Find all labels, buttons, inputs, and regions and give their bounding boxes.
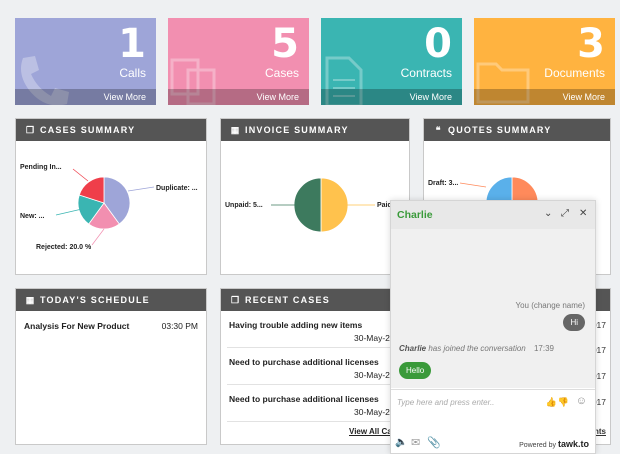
divider — [227, 384, 397, 385]
pie-label-unpaid: Unpaid: 5... — [225, 202, 263, 209]
chevron-down-icon[interactable]: ⌄ — [544, 208, 552, 219]
contracts-view-more[interactable]: View More — [321, 89, 462, 105]
pie-label-rejected: Rejected: 20.0 % — [36, 244, 92, 251]
calls-view-more[interactable]: View More — [15, 89, 156, 105]
contracts-tile[interactable]: 0 Contracts View More — [321, 18, 462, 105]
pie-label-new: New: ... — [20, 213, 45, 220]
chat-header: Charlie ⌄ ⤢ ✕ — [391, 201, 595, 229]
quote-icon: ❝ — [435, 125, 441, 135]
documents-label: Documents — [544, 66, 605, 80]
copy-icon: ❐ — [230, 295, 240, 305]
cases-label: Cases — [264, 66, 299, 80]
thumbs-down-icon[interactable]: 👎 — [558, 397, 569, 408]
close-icon[interactable]: ✕ — [579, 208, 587, 219]
attachment-icon[interactable]: 📎 — [427, 436, 441, 449]
calls-label: Calls — [119, 66, 146, 80]
divider — [227, 347, 397, 348]
cases-pie-chart — [55, 168, 155, 246]
powered-by[interactable]: Powered by tawk.to — [519, 439, 589, 449]
chat-widget[interactable]: Charlie ⌄ ⤢ ✕ You (change name) Hi Charl… — [390, 200, 596, 454]
join-name: Charlie — [399, 344, 427, 353]
join-text: has joined the conversation — [426, 344, 526, 353]
chat-agent-name: Charlie — [397, 209, 433, 221]
cases-count: 5 — [271, 21, 299, 67]
emoji-icon[interactable]: ☺ — [576, 395, 587, 407]
contracts-count: 0 — [424, 21, 452, 67]
chat-input[interactable]: Type here and press enter.. 👍 👎 ☺ — [391, 389, 595, 417]
join-time: 17:39 — [533, 344, 555, 353]
tawkto-logo: tawk.to — [557, 439, 589, 449]
divider — [227, 421, 397, 422]
view-all-cases-link[interactable]: View All Ca — [349, 427, 392, 436]
pie-label-pending: Pending In... — [20, 164, 62, 171]
thumbs-up-icon[interactable]: 👍 — [546, 397, 557, 408]
invoice-summary-panel: ▦ INVOICE SUMMARY Unpaid: 5... Paid — [220, 118, 410, 275]
cases-view-more[interactable]: View More — [168, 89, 309, 105]
sound-icon[interactable]: 🔈 — [395, 437, 407, 448]
documents-count: 3 — [577, 21, 605, 67]
email-icon[interactable]: ✉ — [411, 436, 420, 449]
pie-label-draft: Draft: 3... — [428, 180, 459, 187]
visitor-message: Hi — [563, 314, 585, 331]
join-notice: Charlie has joined the conversation 17:3… — [399, 344, 554, 353]
calls-tile[interactable]: 1 Calls View More — [15, 18, 156, 105]
chat-footer: 🔈 ✉ 📎 Powered by tawk.to — [391, 433, 595, 453]
schedule-item-title: Analysis For New Product — [24, 321, 130, 331]
invoice-summary-header: ▦ INVOICE SUMMARY — [221, 119, 409, 141]
chat-input-placeholder: Type here and press enter.. — [397, 398, 495, 407]
chat-messages: You (change name) Hi Charlie has joined … — [391, 229, 595, 388]
schedule-item[interactable]: Analysis For New Product 03:30 PM — [24, 321, 198, 331]
copy-icon: ❐ — [25, 125, 35, 135]
pie-slice-paid[interactable] — [320, 177, 349, 233]
cases-summary-header: ❐ CASES SUMMARY — [16, 119, 206, 141]
cases-summary-panel: ❐ CASES SUMMARY Pending In... Duplicate: … — [15, 118, 207, 275]
contracts-label: Contracts — [400, 66, 452, 80]
agent-message: Hello — [399, 362, 432, 379]
documents-tile[interactable]: 3 Documents View More — [474, 18, 615, 105]
pie-slice-unpaid[interactable] — [293, 177, 322, 233]
expand-icon[interactable]: ⤢ — [561, 208, 569, 219]
quotes-summary-header: ❝ QUOTES SUMMARY — [424, 119, 610, 141]
cases-tile[interactable]: 5 Cases View More — [168, 18, 309, 105]
calendar-icon: ▦ — [230, 125, 240, 135]
calendar-icon: ▦ — [25, 295, 35, 305]
visitor-label[interactable]: You (change name) — [515, 301, 585, 310]
pie-label-duplicate: Duplicate: ... — [156, 185, 198, 192]
documents-view-more[interactable]: View More — [474, 89, 615, 105]
schedule-item-time: 03:30 PM — [161, 321, 198, 331]
schedule-panel: ▦ TODAY'S SCHEDULE Analysis For New Produ… — [15, 288, 207, 445]
calls-count: 1 — [118, 21, 146, 67]
schedule-header: ▦ TODAY'S SCHEDULE — [16, 289, 206, 311]
